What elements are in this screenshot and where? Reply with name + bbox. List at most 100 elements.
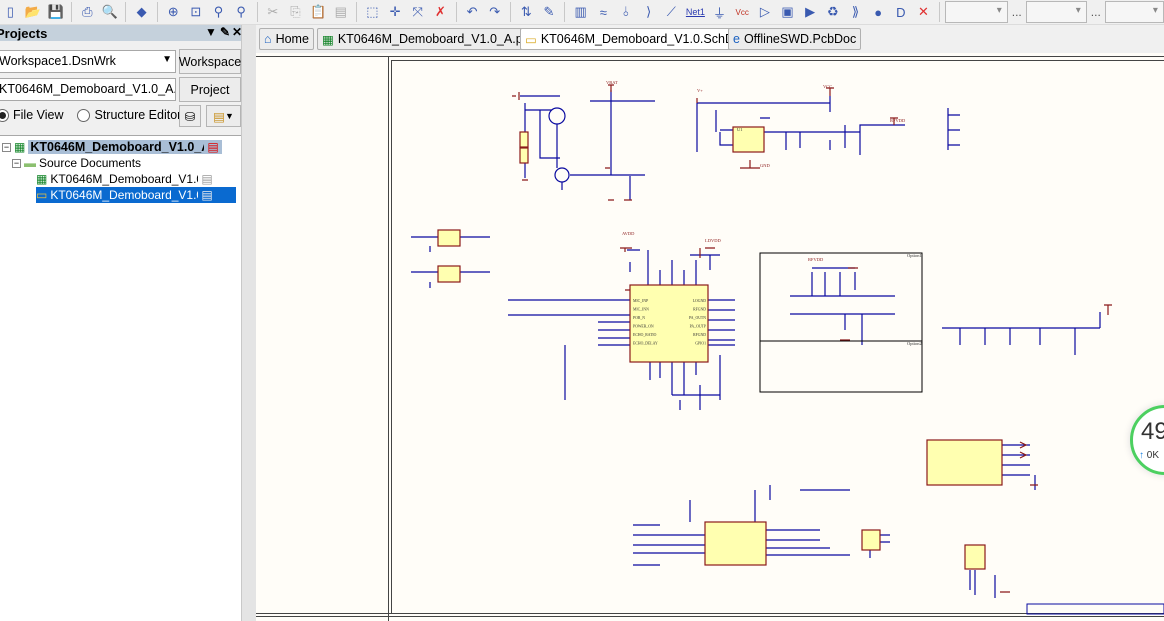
small-ic-2[interactable] bbox=[437, 265, 461, 283]
collapse-icon[interactable]: − bbox=[12, 158, 21, 168]
save-icon[interactable]: 💾 bbox=[45, 2, 66, 23]
wire bbox=[696, 96, 905, 155]
net-avdd: AVDD bbox=[622, 231, 635, 236]
small-ic-1[interactable] bbox=[437, 229, 461, 247]
project-options-button[interactable]: ▤ ▼ bbox=[206, 105, 241, 127]
print-preview-icon[interactable]: 🔍 bbox=[100, 2, 121, 23]
connector[interactable] bbox=[964, 544, 986, 570]
combo-more-button[interactable]: ... bbox=[1089, 5, 1103, 19]
schematic-canvas[interactable]: VBAT VCC V+ RFVDD AVDD LDVDD RFVDD Optio… bbox=[256, 53, 1164, 621]
bus-icon[interactable]: ⫰ bbox=[616, 2, 637, 23]
port-icon[interactable]: ⟫ bbox=[845, 2, 866, 23]
main-ic[interactable] bbox=[629, 284, 709, 363]
toolbar-combo[interactable] bbox=[944, 1, 1008, 23]
open-folder-icon[interactable]: 📂 bbox=[23, 2, 44, 23]
file-view-label[interactable]: File View bbox=[13, 108, 63, 122]
gauge-value: 49 bbox=[1141, 418, 1164, 445]
net-label-icon[interactable]: Net1 bbox=[684, 2, 708, 23]
arrow-up-icon: ↑ bbox=[1139, 450, 1144, 461]
zoom-fit-icon[interactable]: ⊕ bbox=[163, 2, 184, 23]
tab-label: KT0646M_Demoboard_V1.0_A.pcb bbox=[337, 32, 536, 46]
tab-schdoc[interactable]: ▭ KT0646M_Demoboard_V1.0.SchDoc bbox=[520, 28, 753, 50]
zoom-area-icon[interactable]: ⊡ bbox=[186, 2, 207, 23]
zoom-selected-icon[interactable]: ⚲ bbox=[208, 2, 229, 23]
tab-label: OfflineSWD.PcbDoc bbox=[743, 32, 857, 46]
structure-editor-label[interactable]: Structure Editor bbox=[94, 108, 181, 122]
clear-filter-icon[interactable]: ✗ bbox=[430, 2, 451, 23]
browse-library-icon[interactable]: ▥ bbox=[570, 2, 591, 23]
signal-harness-icon[interactable]: ⟋ bbox=[661, 2, 682, 23]
pin-icon[interactable]: ✎ bbox=[220, 25, 230, 39]
rubber-stamp-icon[interactable]: ▤ bbox=[330, 2, 351, 23]
panel-splitter[interactable] bbox=[241, 25, 256, 621]
undo-icon[interactable]: ↶ bbox=[462, 2, 483, 23]
zoom-filtered-icon[interactable]: ⚲ bbox=[231, 2, 252, 23]
copy-icon[interactable]: ⎘ bbox=[285, 2, 306, 23]
tab-pcb[interactable]: ▦ KT0646M_Demoboard_V1.0_A.pcb bbox=[317, 28, 541, 50]
pin-label-left: ECHO_RATIO bbox=[633, 333, 657, 337]
structure-editor-radio[interactable] bbox=[77, 108, 91, 122]
project-button[interactable]: Project bbox=[179, 77, 241, 102]
small-ic-3[interactable] bbox=[861, 529, 881, 551]
collapse-icon[interactable]: − bbox=[2, 142, 11, 152]
panel-menu-icon[interactable]: ▼ bbox=[205, 25, 217, 39]
tab-label: Home bbox=[275, 32, 309, 46]
workspace-select[interactable]: Workspace1.DsnWrk ▼ bbox=[0, 50, 176, 73]
part-icon[interactable]: ▷ bbox=[755, 2, 776, 23]
combo-more-button[interactable]: ... bbox=[1010, 5, 1024, 19]
power-symbol bbox=[512, 92, 520, 100]
gnd-port-icon[interactable]: ⏚ bbox=[709, 2, 730, 23]
transistor-q2 bbox=[554, 167, 570, 183]
device-sheet-icon[interactable]: ♻ bbox=[822, 2, 843, 23]
new-file-icon[interactable]: ▯ bbox=[0, 2, 21, 23]
project-select[interactable]: KT0646M_Demoboard_V1.0_A.PrjPCB bbox=[0, 78, 176, 101]
toolbar-combo[interactable] bbox=[1025, 1, 1087, 23]
tree-item-pcb[interactable]: ▦ KT0646M_Demoboard_V1.0_A.PcbDoc ▤ bbox=[36, 171, 213, 187]
main-toolbar: ▯ 📂 💾 ⎙ 🔍 ◆ ⊕ ⊡ ⚲ ⚲ ✂ ⎘ 📋 ▤ ⬚ ✛ ⤧ ✗ ↶ ↷ ⇅ ✎ ▥ ≈ ⫰ ⟩ ⟋ Net1 ⏚ Vcc ▷ ▣ ▶ ♻ ⟫… bbox=[0, 0, 1164, 25]
module-ic[interactable] bbox=[926, 439, 1003, 486]
off-sheet-connector-icon[interactable]: ● bbox=[868, 2, 889, 23]
option-box bbox=[759, 252, 923, 393]
net-vcc: VCC bbox=[823, 84, 832, 89]
tree-item-label: KT0646M_Demoboard_V1.0_A.PcbDoc bbox=[50, 172, 198, 186]
tree-item-source-documents[interactable]: − ▬ Source Documents bbox=[12, 155, 141, 171]
tree-item-label: Source Documents bbox=[39, 156, 142, 170]
cross-probe-icon[interactable]: ⇅ bbox=[516, 2, 537, 23]
select-area-icon[interactable]: ⬚ bbox=[362, 2, 383, 23]
toolbar-separator bbox=[455, 2, 457, 22]
deselect-icon[interactable]: ⤧ bbox=[407, 2, 428, 23]
no-erc-icon[interactable]: ✕ bbox=[913, 2, 934, 23]
print-icon[interactable]: ⎙ bbox=[77, 2, 98, 23]
panel-title: Projects bbox=[0, 25, 48, 41]
move-icon[interactable]: ✛ bbox=[385, 2, 406, 23]
toolbar-combo[interactable] bbox=[1104, 1, 1164, 23]
pin-label-right: GPIO1 bbox=[695, 342, 706, 346]
pin-label-left: MIC_INP bbox=[633, 299, 648, 303]
directive-icon[interactable]: D bbox=[890, 2, 911, 23]
compile-button[interactable]: ⛁ bbox=[179, 105, 201, 127]
redo-icon[interactable]: ↷ bbox=[484, 2, 505, 23]
bus-entry-icon[interactable]: ⟩ bbox=[638, 2, 659, 23]
paste-icon[interactable]: 📋 bbox=[308, 2, 329, 23]
file-view-radio[interactable] bbox=[0, 108, 9, 122]
workspace-button[interactable]: Workspace bbox=[179, 49, 241, 74]
pin-label-left: ECHO_DELAY bbox=[633, 342, 658, 346]
tree-item-project[interactable]: − ▦ KT0646M_Demoboard_V1.0_A.PrjPCB ▤ bbox=[2, 139, 236, 155]
wire-icon[interactable]: ≈ bbox=[593, 2, 614, 23]
tab-label: KT0646M_Demoboard_V1.0.SchDoc bbox=[540, 32, 748, 46]
net-vbat: VBAT bbox=[606, 80, 618, 85]
tab-home[interactable]: ⌂ Home bbox=[259, 28, 314, 50]
component-icon[interactable]: ◆ bbox=[131, 2, 152, 23]
wire bbox=[790, 267, 895, 345]
sheet-symbol-icon[interactable]: ▣ bbox=[777, 2, 798, 23]
vcc-port-icon[interactable]: Vcc bbox=[732, 2, 753, 23]
chevron-down-icon[interactable]: ▼ bbox=[162, 54, 172, 65]
tree-item-label: KT0646M_Demoboard_V1.0_A.PrjPCB bbox=[28, 140, 205, 154]
mcu-ic[interactable] bbox=[704, 521, 767, 566]
tree-item-schematic[interactable]: ▭ KT0646M_Demoboard_V1.0.SchDoc ▤ bbox=[36, 187, 236, 203]
cut-icon[interactable]: ✂ bbox=[263, 2, 284, 23]
pin-label-left: POWER_ON bbox=[633, 325, 654, 329]
sheet-entry-icon[interactable]: ▶ bbox=[800, 2, 821, 23]
highlight-icon[interactable]: ✎ bbox=[539, 2, 560, 23]
tab-offline-swd[interactable]: e OfflineSWD.PcbDoc bbox=[728, 28, 862, 50]
